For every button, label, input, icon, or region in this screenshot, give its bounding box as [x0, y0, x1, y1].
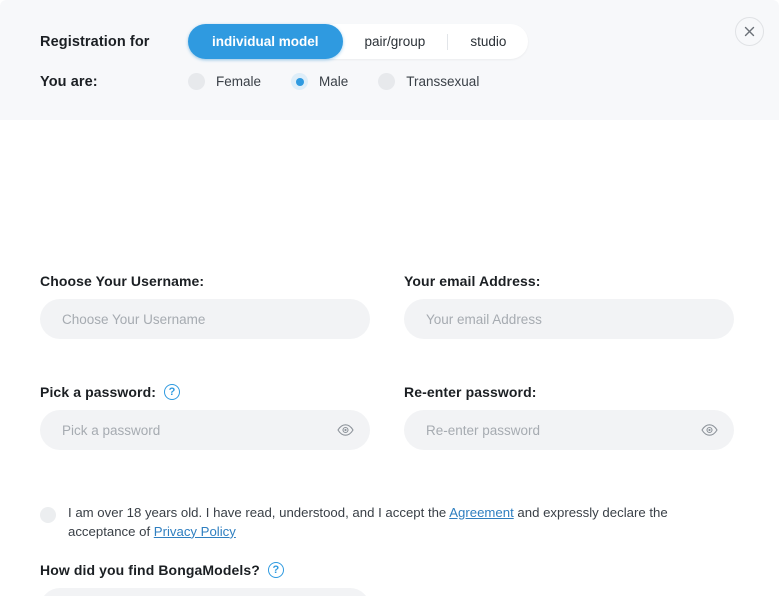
referral-input-wrap — [40, 588, 370, 596]
close-icon — [744, 26, 755, 37]
radio-icon-male — [291, 73, 309, 90]
password-field-group: Pick a password: ? — [40, 384, 370, 450]
registration-modal: Registration for individual model pair/g… — [0, 0, 779, 596]
gender-label-male: Male — [319, 74, 349, 89]
registration-type-tabs: individual model pair/group studio — [188, 24, 529, 59]
email-label: Your email Address: — [404, 273, 541, 289]
eye-icon — [336, 424, 354, 436]
close-button[interactable] — [735, 17, 764, 46]
referral-input[interactable] — [40, 588, 370, 596]
registration-for-label: Registration for — [40, 33, 150, 50]
agreement-checkbox[interactable] — [40, 507, 56, 523]
modal-header: Registration for individual model pair/g… — [0, 0, 779, 120]
email-field-group: Your email Address: — [404, 273, 734, 339]
referral-field-group: How did you find BongaModels? ? — [40, 562, 370, 596]
password-confirm-input-wrap — [404, 410, 734, 450]
you-are-label: You are: — [40, 73, 98, 90]
username-label: Choose Your Username: — [40, 273, 205, 289]
gender-option-transsexual[interactable]: Transsexual — [378, 73, 479, 90]
agreement-text: I am over 18 years old. I have read, und… — [68, 504, 720, 541]
gender-label-transsexual: Transsexual — [406, 74, 480, 89]
username-field-group: Choose Your Username: — [40, 273, 370, 339]
agreement-link[interactable]: Agreement — [449, 505, 514, 520]
registration-type-row: Registration for individual model pair/g… — [40, 24, 529, 59]
radio-icon-female — [188, 73, 205, 90]
eye-icon — [700, 424, 718, 436]
password-input-wrap — [40, 410, 370, 450]
password-label: Pick a password: ? — [40, 384, 370, 400]
tab-studio[interactable]: studio — [448, 24, 528, 59]
password-confirm-field-group: Re-enter password: — [404, 384, 734, 450]
gender-option-male[interactable]: Male — [291, 73, 348, 90]
password-input[interactable] — [40, 410, 370, 450]
gender-radio-group: Female Male Transsexual — [188, 73, 479, 90]
tab-pair-group[interactable]: pair/group — [343, 24, 448, 59]
privacy-policy-link[interactable]: Privacy Policy — [154, 524, 236, 539]
email-input-wrap — [404, 299, 734, 339]
tab-individual-model[interactable]: individual model — [188, 24, 343, 59]
password-label-text: Pick a password: — [40, 384, 156, 400]
toggle-password-confirm-visibility-button[interactable] — [700, 422, 718, 438]
referral-label-text: How did you find BongaModels? — [40, 562, 260, 578]
gender-label-female: Female — [216, 74, 262, 89]
question-mark-icon-password[interactable]: ? — [163, 384, 180, 400]
radio-icon-transsexual — [378, 73, 396, 90]
gender-row: You are: Female Male Transsexual — [40, 73, 479, 90]
username-input-wrap — [40, 299, 370, 339]
question-mark-icon-referral[interactable]: ? — [267, 562, 284, 578]
email-input[interactable] — [404, 299, 734, 339]
referral-label: How did you find BongaModels? ? — [40, 562, 370, 578]
toggle-password-visibility-button[interactable] — [336, 422, 354, 438]
username-input[interactable] — [40, 299, 370, 339]
agreement-row: I am over 18 years old. I have read, und… — [40, 504, 720, 541]
agreement-text-part1: I am over 18 years old. I have read, und… — [68, 505, 450, 520]
password-confirm-input[interactable] — [404, 410, 734, 450]
password-confirm-label: Re-enter password: — [404, 384, 537, 400]
gender-option-female[interactable]: Female — [188, 73, 261, 90]
